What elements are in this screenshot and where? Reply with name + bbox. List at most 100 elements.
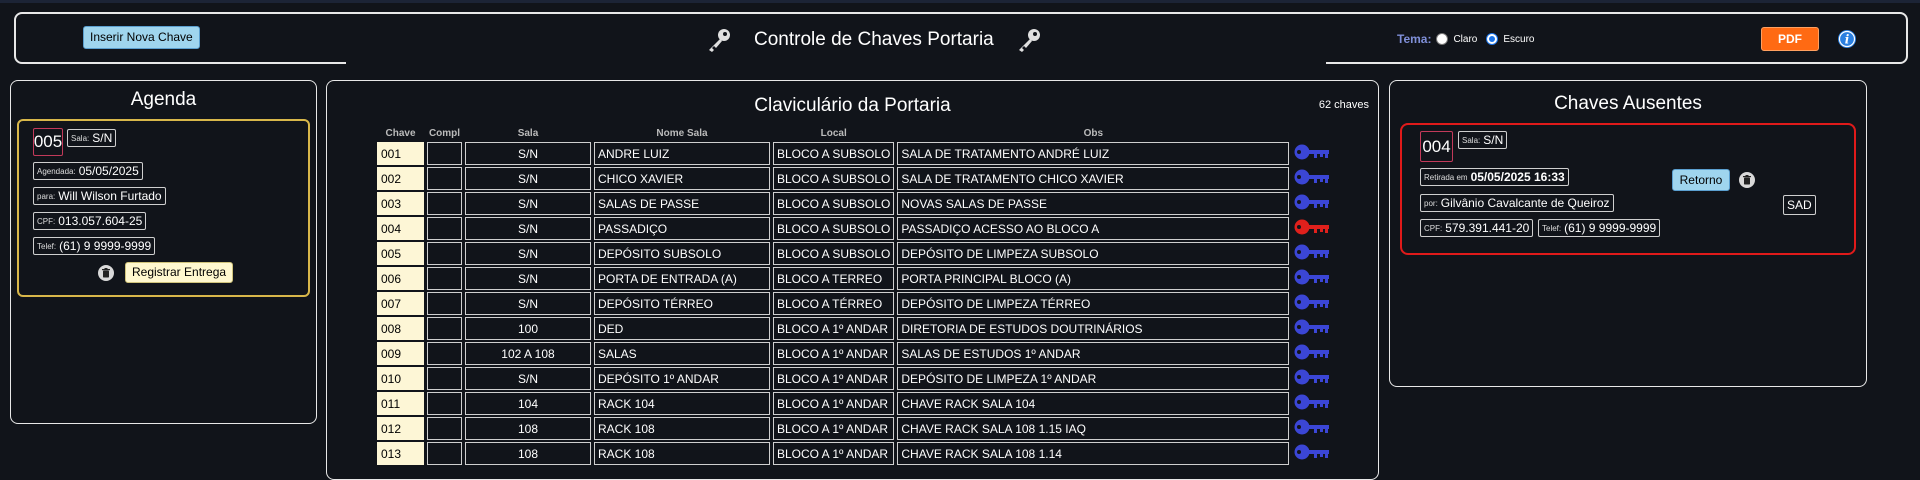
pdf-button[interactable]: PDF xyxy=(1761,27,1819,51)
key-status-icon[interactable] xyxy=(1294,394,1332,415)
table-row[interactable]: 005 S/N DEPÓSITO SUBSOLO BLOCO A SUBSOLO DEP… xyxy=(377,242,1332,265)
cell-sala: 108 xyxy=(465,442,591,465)
key-status-icon[interactable] xyxy=(1294,219,1332,240)
theme-label: Tema: xyxy=(1397,32,1432,46)
cell-obs: CHAVE RACK SALA 104 xyxy=(897,392,1290,415)
cell-nome: PASSADIÇO xyxy=(594,217,770,240)
sigla-field: SAD xyxy=(1783,195,1816,215)
cell-chave: 007 xyxy=(377,292,424,315)
cell-sala: 100 xyxy=(465,317,591,340)
cpf-field: CPF: 013.057.604-25 xyxy=(33,212,147,230)
cell-local: BLOCO A TERREO xyxy=(773,267,895,290)
cell-chave: 013 xyxy=(377,442,424,465)
cell-nome: RACK 108 xyxy=(594,442,770,465)
cell-compl xyxy=(427,417,462,440)
cell-obs: PORTA PRINCIPAL BLOCO (A) xyxy=(897,267,1290,290)
cell-obs: SALAS DE ESTUDOS 1º ANDAR xyxy=(897,342,1290,365)
table-row[interactable]: 002 S/N CHICO XAVIER BLOCO A SUBSOLO SALA DE… xyxy=(377,167,1332,190)
table-row[interactable]: 007 S/N DEPÓSITO TÉRREO BLOCO A TÉRREO DEPÓS… xyxy=(377,292,1332,315)
cell-local: BLOCO A 1º ANDAR xyxy=(773,392,895,415)
cell-sala: S/N xyxy=(465,217,591,240)
cell-chave: 003 xyxy=(377,192,424,215)
cell-chave: 006 xyxy=(377,267,424,290)
table-row[interactable]: 003 S/N SALAS DE PASSE BLOCO A SUBSOLO NOVAS… xyxy=(377,192,1332,215)
theme-radio-claro[interactable] xyxy=(1436,33,1449,45)
cell-nome: DEPÓSITO TÉRREO xyxy=(594,292,770,315)
key-number: 005 xyxy=(33,128,63,156)
column-header: Compl xyxy=(428,128,461,139)
cell-nome: SALAS xyxy=(594,342,770,365)
table-row[interactable]: 012 108 RACK 108 BLOCO A 1º ANDAR CHAVE RACK… xyxy=(377,417,1332,440)
cell-chave: 012 xyxy=(377,417,424,440)
trash-icon[interactable] xyxy=(98,265,114,286)
cell-sala: S/N xyxy=(465,192,591,215)
absent-keys-panel: Chaves Ausentes 004 Sala: S/N Retirada e… xyxy=(1389,80,1867,387)
cell-chave: 009 xyxy=(377,342,424,365)
cell-compl xyxy=(427,242,462,265)
key-status-icon[interactable] xyxy=(1294,269,1332,290)
trash-icon[interactable] xyxy=(1739,172,1755,193)
header-bar: Inserir Nova Chave Controle de Chaves Po… xyxy=(14,12,1908,64)
insert-key-button[interactable]: Inserir Nova Chave xyxy=(83,26,200,49)
cell-sala: S/N xyxy=(465,142,591,165)
key-status-icon[interactable] xyxy=(1294,319,1332,340)
key-icon xyxy=(1016,27,1042,53)
title-group: Controle de Chaves Portaria xyxy=(706,27,1042,53)
key-status-icon[interactable] xyxy=(1294,194,1332,215)
cell-obs: DEPÓSITO DE LIMPEZA SUBSOLO xyxy=(897,242,1290,265)
key-count: 62 chaves xyxy=(1318,99,1369,111)
cell-chave: 008 xyxy=(377,317,424,340)
cell-nome: ANDRE LUIZ xyxy=(594,142,770,165)
table-row[interactable]: 004 S/N PASSADIÇO BLOCO A SUBSOLO PASSADIÇO … xyxy=(377,217,1332,240)
cell-local: BLOCO A SUBSOLO xyxy=(773,167,895,190)
telef-field: Telef: (61) 9 9999-9999 xyxy=(33,237,156,255)
cell-obs: CHAVE RACK SALA 108 1.15 IAQ xyxy=(897,417,1290,440)
sala-field: Sala: S/N xyxy=(67,129,117,147)
table-row[interactable]: 001 S/N ANDRE LUIZ BLOCO A SUBSOLO SALA DE T… xyxy=(377,142,1332,165)
table-row[interactable]: 008 100 DED BLOCO A 1º ANDAR DIRETORIA DE ES… xyxy=(377,317,1332,340)
key-status-icon[interactable] xyxy=(1294,369,1332,390)
cell-nome: PORTA DE ENTRADA (A) xyxy=(594,267,770,290)
cell-nome: DED xyxy=(594,317,770,340)
cell-obs: DIRETORIA DE ESTUDOS DOUTRINÁRIOS xyxy=(897,317,1290,340)
register-delivery-button[interactable]: Registrar Entrega xyxy=(125,262,234,283)
key-status-icon[interactable] xyxy=(1294,169,1332,190)
info-icon[interactable]: i xyxy=(1837,29,1857,54)
key-status-icon[interactable] xyxy=(1294,244,1332,265)
cell-nome: RACK 104 xyxy=(594,392,770,415)
key-status-icon[interactable] xyxy=(1294,444,1332,465)
theme-radio-escuro[interactable] xyxy=(1486,33,1499,45)
cell-sala: S/N xyxy=(465,367,591,390)
cell-obs: CHAVE RACK SALA 108 1.14 xyxy=(897,442,1290,465)
cell-local: BLOCO A SUBSOLO xyxy=(773,242,895,265)
table-row[interactable]: 011 104 RACK 104 BLOCO A 1º ANDAR CHAVE RACK… xyxy=(377,392,1332,415)
cell-obs: SALA DE TRATAMENTO ANDRÉ LUIZ xyxy=(897,142,1290,165)
key-status-icon[interactable] xyxy=(1294,344,1332,365)
top-edge-line xyxy=(0,0,1920,3)
cell-compl xyxy=(427,167,462,190)
page-title: Controle de Chaves Portaria xyxy=(754,29,994,50)
key-status-icon[interactable] xyxy=(1294,294,1332,315)
cell-sala: 104 xyxy=(465,392,591,415)
key-status-icon[interactable] xyxy=(1294,144,1332,165)
table-row[interactable]: 009 102 A 108 SALAS BLOCO A 1º ANDAR SALAS D… xyxy=(377,342,1332,365)
cell-obs: DEPÓSITO DE LIMPEZA TÉRREO xyxy=(897,292,1290,315)
return-button[interactable]: Retorno xyxy=(1672,169,1730,191)
table-row[interactable]: 010 S/N DEPÓSITO 1º ANDAR BLOCO A 1º ANDAR D… xyxy=(377,367,1332,390)
table-row[interactable]: 006 S/N PORTA DE ENTRADA (A) BLOCO A TERREO… xyxy=(377,267,1332,290)
para-field: para: Will Wilson Furtado xyxy=(33,187,166,205)
agendada-field: Agendada: 05/05/2025 xyxy=(33,162,143,180)
cell-compl xyxy=(427,342,462,365)
key-status-icon[interactable] xyxy=(1294,419,1332,440)
cell-nome: RACK 108 xyxy=(594,417,770,440)
cell-sala: 102 A 108 xyxy=(465,342,591,365)
agenda-title: Agenda xyxy=(130,89,197,110)
cell-local: BLOCO A 1º ANDAR xyxy=(773,317,895,340)
cell-local: BLOCO A TÉRREO xyxy=(773,292,895,315)
cell-local: BLOCO A 1º ANDAR xyxy=(773,442,895,465)
table-row[interactable]: 013 108 RACK 108 BLOCO A 1º ANDAR CHAVE RACK… xyxy=(377,442,1332,465)
cell-chave: 011 xyxy=(377,392,424,415)
cell-sala: S/N xyxy=(465,292,591,315)
cell-sala: S/N xyxy=(465,242,591,265)
por-field: por: Gilvânio Cavalcante de Queiroz xyxy=(1420,194,1614,212)
